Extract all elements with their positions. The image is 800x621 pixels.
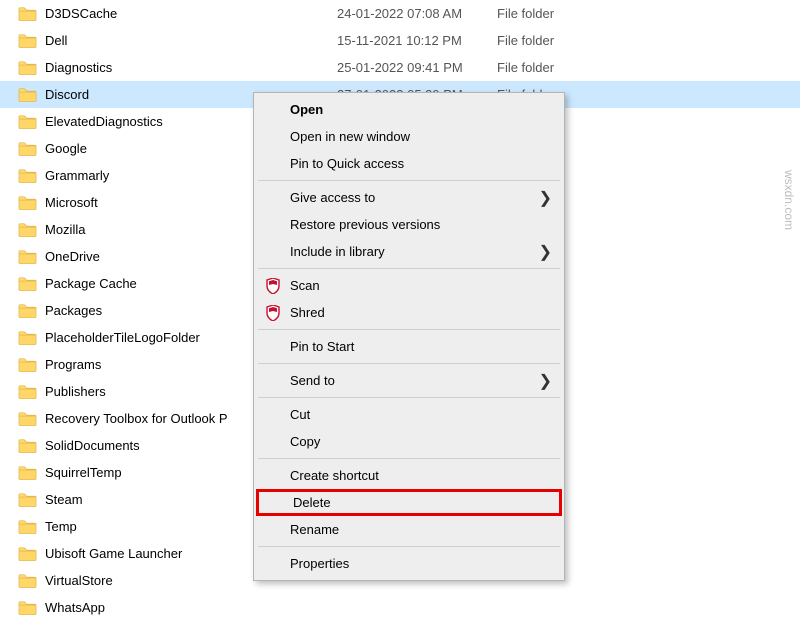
menu-pin-quick-access[interactable]: Pin to Quick access xyxy=(256,150,562,177)
file-row[interactable]: Dell15-11-2021 10:12 PMFile folder xyxy=(0,27,800,54)
file-row[interactable]: WhatsApp xyxy=(0,594,800,621)
folder-icon xyxy=(18,141,37,157)
menu-label: Pin to Start xyxy=(290,339,354,354)
menu-open-new-window[interactable]: Open in new window xyxy=(256,123,562,150)
menu-pin-to-start[interactable]: Pin to Start xyxy=(256,333,562,360)
file-name: D3DSCache xyxy=(45,6,337,21)
menu-label: Create shortcut xyxy=(290,468,379,483)
menu-separator xyxy=(258,180,560,181)
folder-icon xyxy=(18,492,37,508)
menu-cut[interactable]: Cut xyxy=(256,401,562,428)
menu-label: Include in library xyxy=(290,244,385,259)
menu-label: Properties xyxy=(290,556,349,571)
menu-label: Pin to Quick access xyxy=(290,156,404,171)
file-name: WhatsApp xyxy=(45,600,337,615)
menu-label: Send to xyxy=(290,373,335,388)
menu-give-access-to[interactable]: Give access to ❯ xyxy=(256,184,562,211)
file-name: Diagnostics xyxy=(45,60,337,75)
menu-label: Shred xyxy=(290,305,325,320)
menu-label: Scan xyxy=(290,278,320,293)
menu-label: Give access to xyxy=(290,190,375,205)
folder-icon xyxy=(18,600,37,616)
folder-icon xyxy=(18,357,37,373)
file-date: 15-11-2021 10:12 PM xyxy=(337,33,497,48)
menu-separator xyxy=(258,329,560,330)
menu-label: Delete xyxy=(293,495,331,510)
menu-label: Cut xyxy=(290,407,310,422)
folder-icon xyxy=(18,411,37,427)
folder-icon xyxy=(18,114,37,130)
chevron-right-icon: ❯ xyxy=(539,188,552,208)
folder-icon xyxy=(18,303,37,319)
folder-icon xyxy=(18,519,37,535)
menu-shred[interactable]: Shred xyxy=(256,299,562,326)
folder-icon xyxy=(18,384,37,400)
menu-scan[interactable]: Scan xyxy=(256,272,562,299)
menu-label: Copy xyxy=(290,434,320,449)
file-type: File folder xyxy=(497,6,617,21)
menu-separator xyxy=(258,546,560,547)
folder-icon xyxy=(18,438,37,454)
folder-icon xyxy=(18,222,37,238)
menu-rename[interactable]: Rename xyxy=(256,516,562,543)
menu-delete[interactable]: Delete xyxy=(256,489,562,516)
menu-label: Open in new window xyxy=(290,129,410,144)
mcafee-icon xyxy=(265,305,281,321)
menu-separator xyxy=(258,397,560,398)
menu-separator xyxy=(258,458,560,459)
folder-icon xyxy=(18,276,37,292)
menu-open[interactable]: Open xyxy=(256,96,562,123)
chevron-right-icon: ❯ xyxy=(539,242,552,262)
menu-label: Open xyxy=(290,102,323,117)
folder-icon xyxy=(18,6,37,22)
folder-icon xyxy=(18,330,37,346)
watermark: wsxdn.com xyxy=(782,170,796,230)
menu-copy[interactable]: Copy xyxy=(256,428,562,455)
file-type: File folder xyxy=(497,60,617,75)
menu-label: Restore previous versions xyxy=(290,217,440,232)
file-date: 25-01-2022 09:41 PM xyxy=(337,60,497,75)
folder-icon xyxy=(18,465,37,481)
file-type: File folder xyxy=(497,33,617,48)
menu-properties[interactable]: Properties xyxy=(256,550,562,577)
context-menu: Open Open in new window Pin to Quick acc… xyxy=(253,92,565,581)
folder-icon xyxy=(18,195,37,211)
folder-icon xyxy=(18,60,37,76)
folder-icon xyxy=(18,33,37,49)
file-row[interactable]: D3DSCache24-01-2022 07:08 AMFile folder xyxy=(0,0,800,27)
chevron-right-icon: ❯ xyxy=(539,371,552,391)
folder-icon xyxy=(18,546,37,562)
file-date: 24-01-2022 07:08 AM xyxy=(337,6,497,21)
mcafee-icon xyxy=(265,278,281,294)
menu-send-to[interactable]: Send to ❯ xyxy=(256,367,562,394)
folder-icon xyxy=(18,249,37,265)
folder-icon xyxy=(18,87,37,103)
folder-icon xyxy=(18,573,37,589)
menu-create-shortcut[interactable]: Create shortcut xyxy=(256,462,562,489)
folder-icon xyxy=(18,168,37,184)
file-row[interactable]: Diagnostics25-01-2022 09:41 PMFile folde… xyxy=(0,54,800,81)
menu-separator xyxy=(258,363,560,364)
menu-include-in-library[interactable]: Include in library ❯ xyxy=(256,238,562,265)
file-name: Dell xyxy=(45,33,337,48)
menu-restore-previous[interactable]: Restore previous versions xyxy=(256,211,562,238)
menu-separator xyxy=(258,268,560,269)
menu-label: Rename xyxy=(290,522,339,537)
